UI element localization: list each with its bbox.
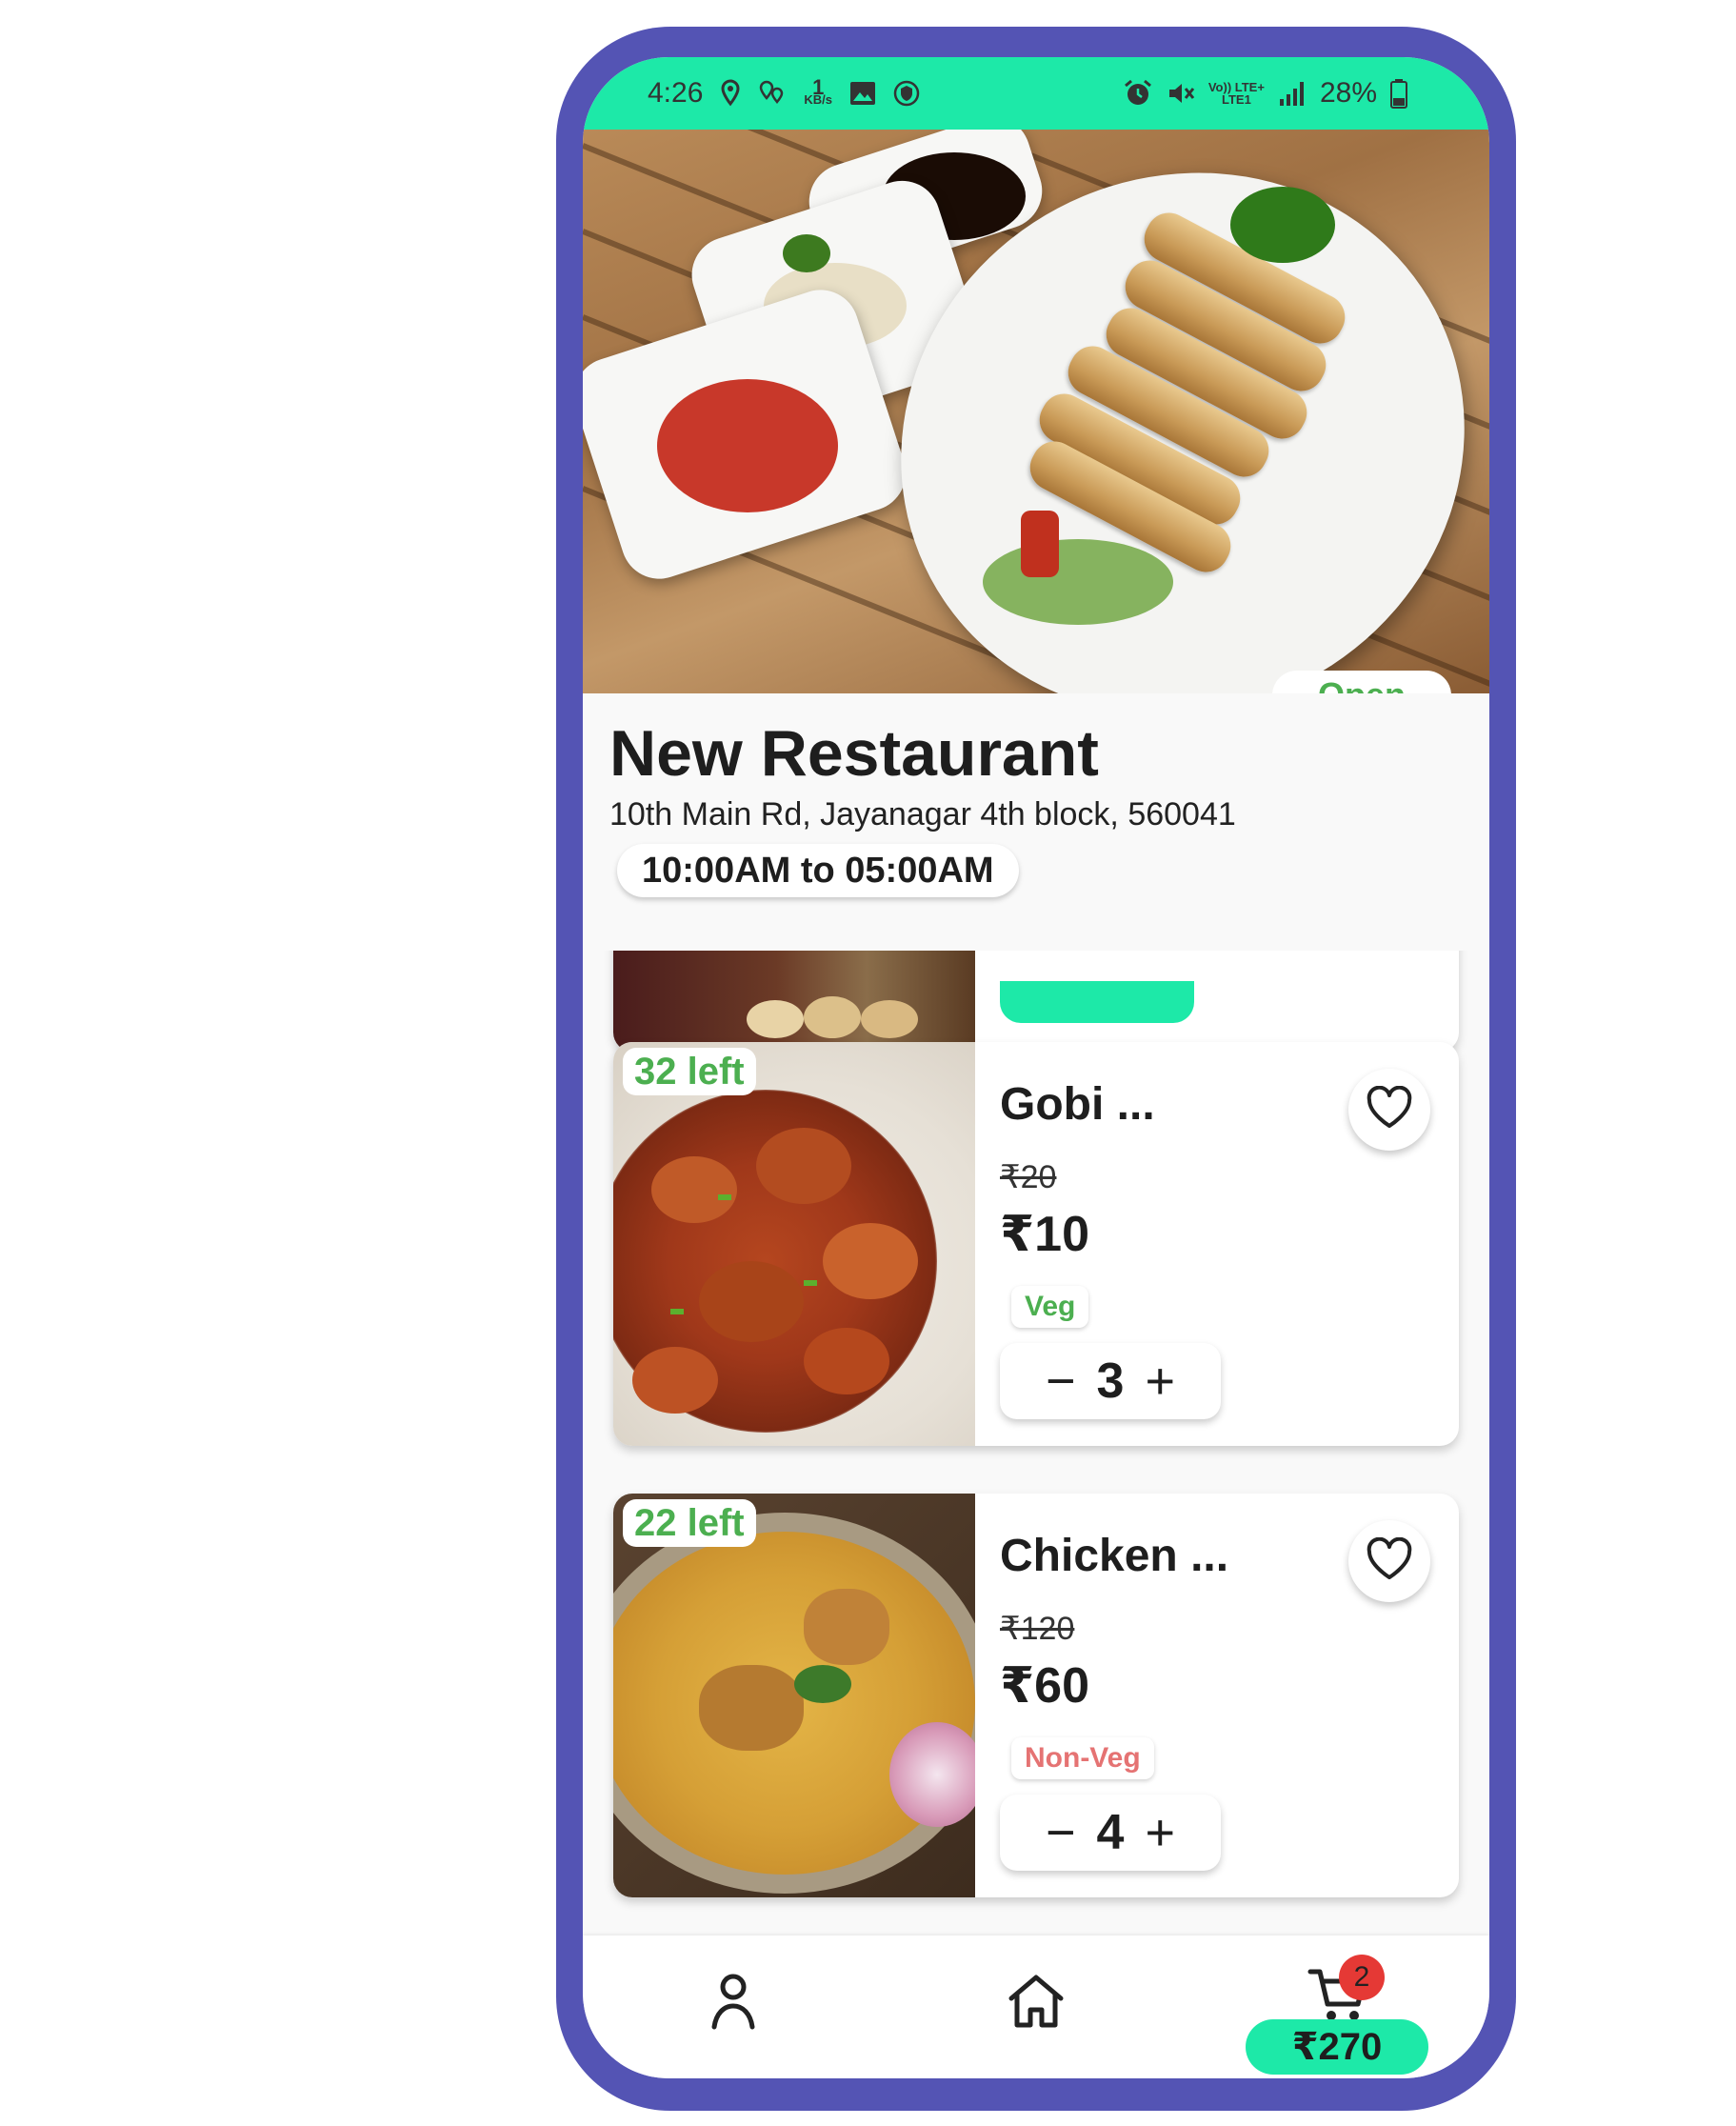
signal-icon [1278, 80, 1307, 107]
dish-name: Chicken ... [1000, 1531, 1229, 1581]
status-bar: 4:26 1 KB/s Vo)) LTE+ LTE1 28% [583, 57, 1489, 130]
veg-tag: Veg [1011, 1286, 1089, 1328]
stock-badge: 32 left [623, 1048, 756, 1095]
add-button[interactable] [1000, 981, 1194, 1023]
heart-icon [1366, 1536, 1413, 1586]
menu-item-card[interactable]: 32 left Gobi ... ₹20 ₹10 Veg − 3 + [613, 1042, 1459, 1446]
nav-home[interactable] [1006, 1970, 1067, 2036]
quantity-value: 3 [1096, 1354, 1125, 1409]
restaurant-hours: 10:00AM to 05:00AM [617, 844, 1019, 897]
restaurant-info: New Restaurant 10th Main Rd, Jayanagar 4… [583, 693, 1489, 951]
alarm-icon [1123, 79, 1153, 108]
network-speed: 1 KB/s [804, 75, 833, 107]
image-icon [849, 81, 876, 106]
increment-button[interactable]: + [1145, 1355, 1175, 1407]
restaurant-name: New Restaurant [609, 717, 1099, 790]
menu-item-card[interactable]: 22 left Chicken ... ₹120 ₹60 Non-Veg − 4… [613, 1494, 1459, 1897]
battery-icon [1390, 78, 1407, 109]
vpn-shield-icon [893, 79, 920, 108]
decrement-button[interactable]: − [1046, 1807, 1076, 1858]
status-time: 4:26 [648, 77, 704, 109]
battery-percent: 28% [1319, 77, 1377, 109]
decrement-button[interactable]: − [1046, 1355, 1076, 1407]
profile-icon [707, 1974, 760, 2035]
quantity-stepper: − 3 + [1000, 1343, 1221, 1419]
dish-name: Gobi ... [1000, 1079, 1155, 1130]
bottom-navigation: 2 ₹270 [583, 1935, 1489, 2078]
restaurant-address: 10th Main Rd, Jayanagar 4th block, 56004… [609, 796, 1236, 832]
restaurant-open-badge: Open [1272, 671, 1451, 693]
mute-icon [1167, 79, 1195, 108]
quantity-stepper: − 4 + [1000, 1795, 1221, 1871]
quantity-value: 4 [1096, 1805, 1125, 1860]
original-price: ₹20 [1000, 1159, 1057, 1195]
heart-icon [1366, 1085, 1413, 1134]
app-screen: 4:26 1 KB/s Vo)) LTE+ LTE1 28% New Resta… [583, 57, 1489, 2078]
location-icon [720, 79, 741, 108]
discounted-price: ₹10 [1000, 1207, 1090, 1262]
location-sharing-icon [758, 79, 787, 108]
increment-button[interactable]: + [1145, 1807, 1175, 1858]
stock-badge: 22 left [623, 1499, 756, 1547]
original-price: ₹120 [1000, 1611, 1075, 1647]
menu-item-image: 32 left [613, 1042, 975, 1446]
cart-total-button[interactable]: ₹270 [1246, 2019, 1428, 2075]
cart-count-badge: 2 [1339, 1955, 1385, 2000]
restaurant-hero-image: Open [583, 130, 1489, 693]
nav-profile[interactable] [707, 1970, 760, 2036]
network-type: Vo)) LTE+ LTE1 [1207, 80, 1265, 107]
discounted-price: ₹60 [1000, 1658, 1090, 1714]
favorite-button[interactable] [1348, 1069, 1430, 1151]
favorite-button[interactable] [1348, 1520, 1430, 1602]
non-veg-tag: Non-Veg [1011, 1737, 1154, 1779]
home-icon [1006, 1975, 1067, 2035]
menu-item-image: 22 left [613, 1494, 975, 1897]
